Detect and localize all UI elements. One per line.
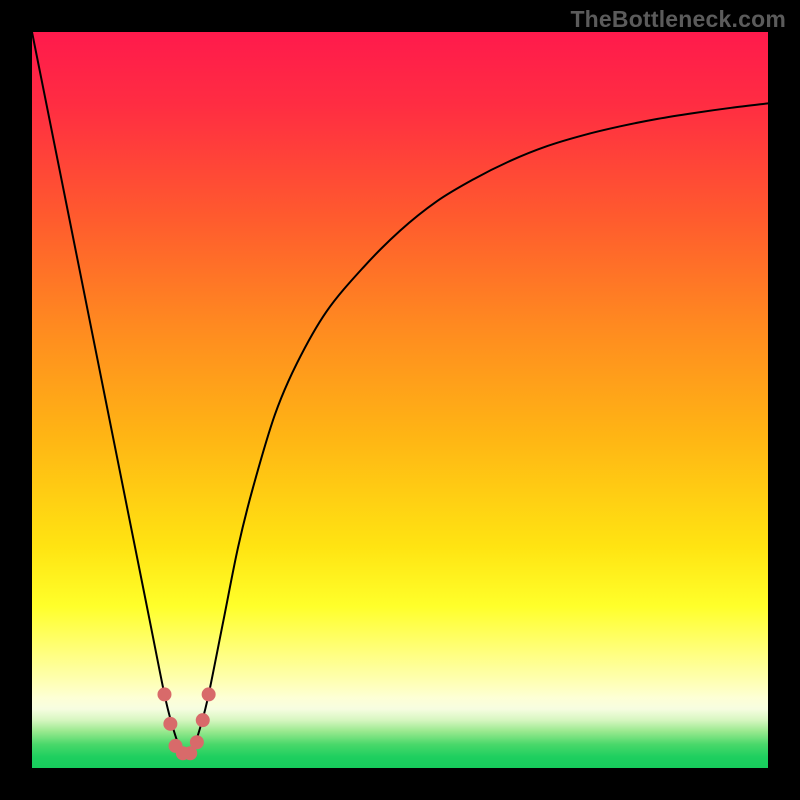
plot-area [32,32,768,768]
marker-point [202,687,216,701]
marker-point [190,735,204,749]
marker-point [196,713,210,727]
chart-frame: TheBottleneck.com [0,0,800,800]
curve-layer [32,32,768,768]
bottleneck-curve [32,32,768,753]
minimum-markers [157,687,215,760]
marker-point [157,687,171,701]
marker-point [163,717,177,731]
watermark-text: TheBottleneck.com [570,6,786,33]
